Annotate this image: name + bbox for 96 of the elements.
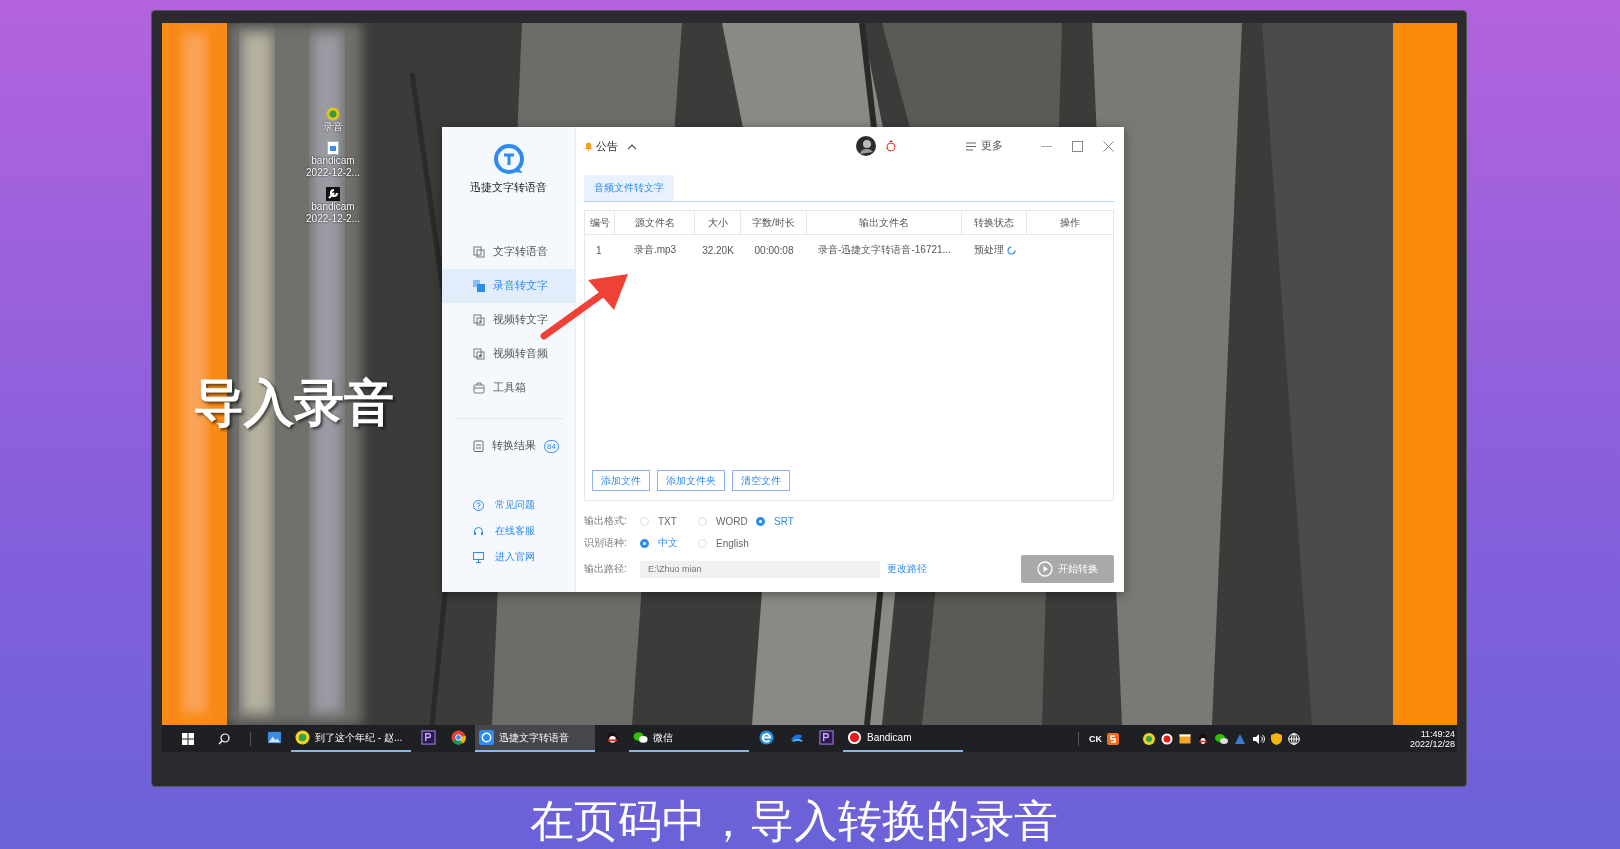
desktop-icon-label[interactable]: 2022-12-2... xyxy=(306,167,360,179)
nav-item[interactable]: 文字转语音 xyxy=(442,235,575,269)
record-icon[interactable] xyxy=(1161,732,1173,745)
nav-item[interactable]: 录音转文字 xyxy=(442,269,575,303)
tab[interactable]: 音频文件转文字 xyxy=(584,175,674,201)
bell-icon xyxy=(584,141,593,151)
globe-icon[interactable] xyxy=(1288,732,1300,745)
sidebar-link[interactable]: 进入官网 xyxy=(495,550,535,564)
documents-icon xyxy=(473,246,485,258)
nav-item[interactable]: 视频转文字 xyxy=(442,303,575,337)
more-button[interactable]: 更多 xyxy=(981,139,1003,153)
input-app-icon[interactable] xyxy=(1107,732,1119,745)
count-badge: 84 xyxy=(544,439,559,453)
option-label: 识别语种: xyxy=(584,536,628,550)
clipboard-icon xyxy=(473,440,484,452)
app-title: 迅捷文字转语音 xyxy=(470,180,547,195)
record-icon xyxy=(847,730,862,745)
column-header: 输出文件名 xyxy=(807,211,962,234)
file-button[interactable]: 添加文件夹 xyxy=(657,470,725,491)
column-header: 操作 xyxy=(1059,215,1081,230)
column-header: 编号 xyxy=(585,211,615,234)
desktop-icon-label[interactable]: 录音 xyxy=(323,121,343,133)
close-icon[interactable] xyxy=(1103,140,1114,152)
table-cell: 1 xyxy=(596,244,602,256)
chat-icon[interactable] xyxy=(1215,732,1228,745)
table-cell: 预处理 xyxy=(973,243,1004,257)
subtitle-caption: 在页码中，导入转换的录音 xyxy=(530,796,1058,846)
volume-icon[interactable] xyxy=(1252,732,1265,745)
music-icon[interactable] xyxy=(1143,732,1155,745)
menu-icon[interactable] xyxy=(966,141,976,151)
nav-item[interactable]: 视频转音频 xyxy=(442,337,575,371)
file-button[interactable]: 添加文件 xyxy=(592,470,650,491)
input-method-indicator[interactable]: CK xyxy=(1089,733,1102,744)
image-file-icon[interactable] xyxy=(327,141,339,155)
clock-date[interactable]: 2022/12/28 xyxy=(1409,738,1455,749)
chat-icon xyxy=(633,730,648,745)
video-audio-icon xyxy=(473,348,485,360)
taskbar-button[interactable]: 到了这个年纪 - 赵... xyxy=(291,725,411,752)
radio-label[interactable]: WORD xyxy=(716,515,748,527)
results-link[interactable]: 转换结果 xyxy=(492,439,536,453)
pr-app-icon xyxy=(420,730,436,745)
radio-label[interactable]: SRT xyxy=(774,515,794,527)
photo-icon xyxy=(266,730,282,745)
help-icon xyxy=(473,499,484,511)
radio-button[interactable] xyxy=(756,516,765,526)
sidebar-link[interactable]: 常见问题 xyxy=(495,498,535,512)
chevron-up-icon[interactable] xyxy=(627,142,637,150)
announcement-button[interactable]: 公告 xyxy=(596,138,618,154)
window-icon[interactable] xyxy=(1179,732,1191,745)
toolbox-icon xyxy=(473,382,485,394)
video-file-icon xyxy=(473,314,485,326)
headset-icon xyxy=(473,525,484,537)
shield-icon[interactable] xyxy=(1271,732,1282,745)
clock-time[interactable]: 11:49:24 xyxy=(1420,728,1455,739)
taskbar-button[interactable]: 微信 xyxy=(629,725,749,752)
column-header: 转换状态 xyxy=(962,211,1027,234)
path-field[interactable]: E:\Zhuo mian xyxy=(640,560,880,578)
triangle-icon[interactable] xyxy=(1234,732,1246,745)
option-label: 输出格式: xyxy=(584,514,628,528)
radio-label[interactable]: English xyxy=(716,537,749,549)
desktop-icon-label[interactable]: bandicam xyxy=(311,201,355,213)
wrench-icon[interactable] xyxy=(326,187,340,201)
loading-icon xyxy=(1006,245,1016,255)
browser-icon xyxy=(450,730,466,745)
radio-label[interactable]: 中文 xyxy=(658,536,678,550)
table-cell: 录音-迅捷文字转语音-16721... xyxy=(818,243,951,257)
penguin-icon[interactable] xyxy=(1197,732,1209,745)
column-header: 字数/时长 xyxy=(741,211,807,234)
logo-icon xyxy=(493,144,524,174)
taskbar-button[interactable]: Bandicam xyxy=(843,725,963,752)
taskbar-button[interactable]: 迅捷文字转语音 xyxy=(475,725,595,752)
monitor-icon xyxy=(473,551,484,563)
search-icon[interactable] xyxy=(218,732,230,745)
radio-button[interactable] xyxy=(640,538,649,548)
maximize-icon[interactable] xyxy=(1072,140,1083,152)
desktop-icon-label[interactable]: bandicam xyxy=(311,155,355,167)
app-icon xyxy=(479,730,494,745)
play-icon xyxy=(1037,561,1053,577)
table-cell: 00:00:08 xyxy=(754,244,794,256)
file-button[interactable]: 清空文件 xyxy=(732,470,790,491)
nav-item[interactable]: 工具箱 xyxy=(442,371,575,405)
table-cell: 录音.mp3 xyxy=(633,243,677,257)
desktop-icon-label[interactable]: 2022-12-2... xyxy=(306,213,360,225)
pr-app-icon xyxy=(818,730,834,745)
change-path-link[interactable]: 更改路径 xyxy=(887,562,927,576)
table-cell: 32.20K xyxy=(702,244,734,256)
radio-label[interactable]: TXT xyxy=(658,515,677,527)
word-file-icon xyxy=(473,280,485,292)
avatar[interactable] xyxy=(856,136,876,156)
option-label: 输出路径: xyxy=(584,562,628,576)
sidebar-link[interactable]: 在线客服 xyxy=(495,524,535,538)
windows-icon[interactable] xyxy=(182,732,194,745)
column-header: 大小 xyxy=(695,211,741,234)
column-header: 源文件名 xyxy=(615,211,695,234)
music-icon xyxy=(295,730,310,745)
edge-browser-icon xyxy=(758,730,774,745)
